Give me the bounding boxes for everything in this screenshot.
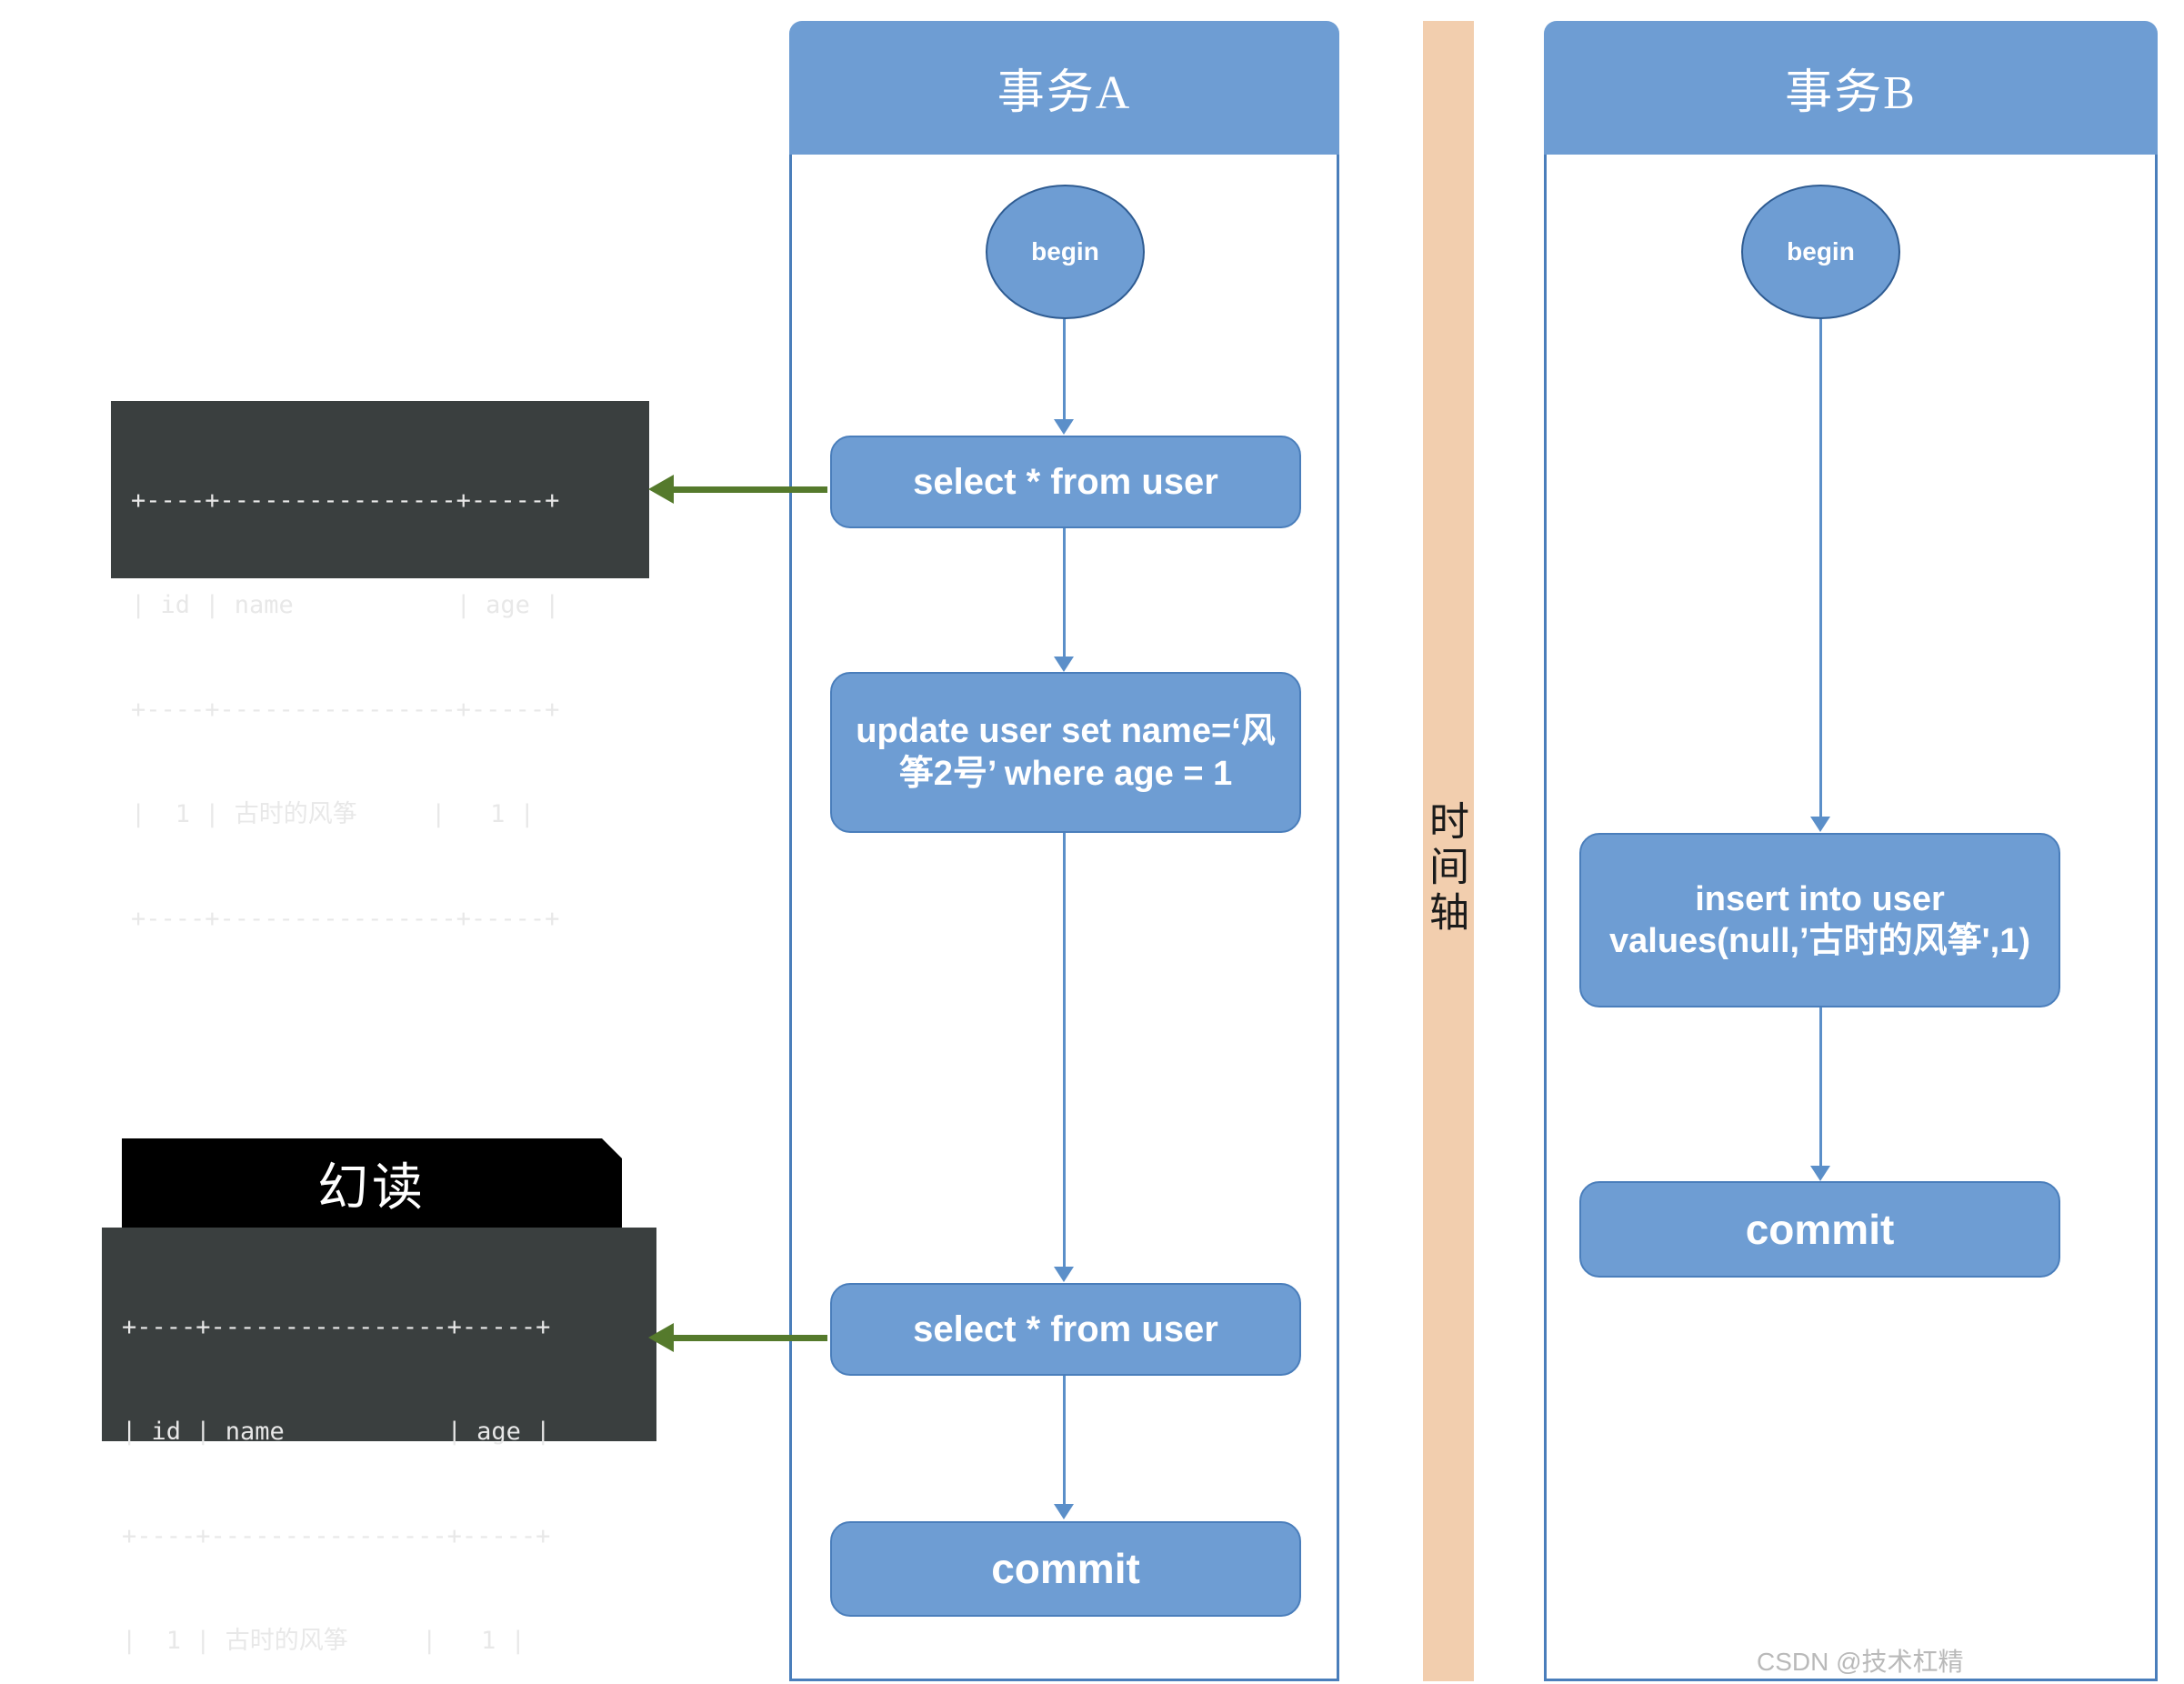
lane-header-transaction-b: 事务B: [1544, 21, 2158, 155]
arrowhead-b-begin-insert: [1810, 817, 1830, 832]
result-table-2-line-3: | 1 | 古时的风筝 | 1 |: [122, 1626, 526, 1655]
green-arrow-2-head: [648, 1323, 674, 1352]
node-b-commit[interactable]: commit: [1579, 1181, 2060, 1278]
result-table-1: +----+----------------+-----+ | id | nam…: [111, 401, 649, 933]
green-arrow-1-line: [664, 486, 827, 493]
connector-b-begin-insert: [1819, 319, 1822, 820]
time-axis-label: 时间轴: [1423, 800, 1468, 937]
result-table-1-line-2: +----+----------------+-----+: [131, 695, 560, 724]
lane-header-transaction-a: 事务A: [789, 21, 1339, 155]
connector-a-select1-update: [1063, 528, 1066, 660]
node-a-select-1[interactable]: select * from user: [830, 436, 1301, 528]
result-table-2-line-1: | id | name | age |: [122, 1417, 551, 1446]
connector-b-insert-commit: [1819, 1007, 1822, 1169]
arrowhead-a-update-select2: [1054, 1267, 1074, 1282]
arrowhead-b-insert-commit: [1810, 1166, 1830, 1181]
node-a-update[interactable]: update user set name=‘风筝2号’ where age = …: [830, 672, 1301, 833]
green-arrow-1-head: [648, 475, 674, 504]
green-arrow-2-line: [664, 1335, 827, 1341]
connector-a-update-select2: [1063, 833, 1066, 1270]
watermark: CSDN @技术杠精: [1757, 1648, 1964, 1676]
node-a-commit[interactable]: commit: [830, 1521, 1301, 1617]
node-a-select-2[interactable]: select * from user: [830, 1283, 1301, 1376]
node-b-begin[interactable]: begin: [1741, 185, 1900, 319]
result-table-1-line-4: +----+----------------+-----+: [131, 904, 560, 933]
connector-a-begin-select1: [1063, 319, 1066, 422]
node-a-begin[interactable]: begin: [986, 185, 1145, 319]
connector-a-select2-commit: [1063, 1376, 1066, 1508]
phantom-read-banner: 幻读: [122, 1138, 622, 1228]
arrowhead-a-begin-select1: [1054, 419, 1074, 435]
result-table-1-line-0: +----+----------------+-----+: [131, 486, 560, 515]
arrowhead-a-select1-update: [1054, 657, 1074, 672]
result-table-1-line-1: | id | name | age |: [131, 590, 560, 619]
arrowhead-a-select2-commit: [1054, 1504, 1074, 1519]
node-b-insert[interactable]: insert into user values(null,’古时的风筝',1): [1579, 833, 2060, 1007]
diagram-canvas: 时间轴 事务A begin select * from user update …: [0, 0, 2184, 1684]
result-table-2-line-0: +----+----------------+-----+: [122, 1312, 551, 1341]
result-table-1-line-3: | 1 | 古时的风筝 | 1 |: [131, 799, 535, 828]
result-table-2: +----+----------------+-----+ | id | nam…: [102, 1228, 656, 1655]
result-table-2-line-2: +----+----------------+-----+: [122, 1521, 551, 1550]
